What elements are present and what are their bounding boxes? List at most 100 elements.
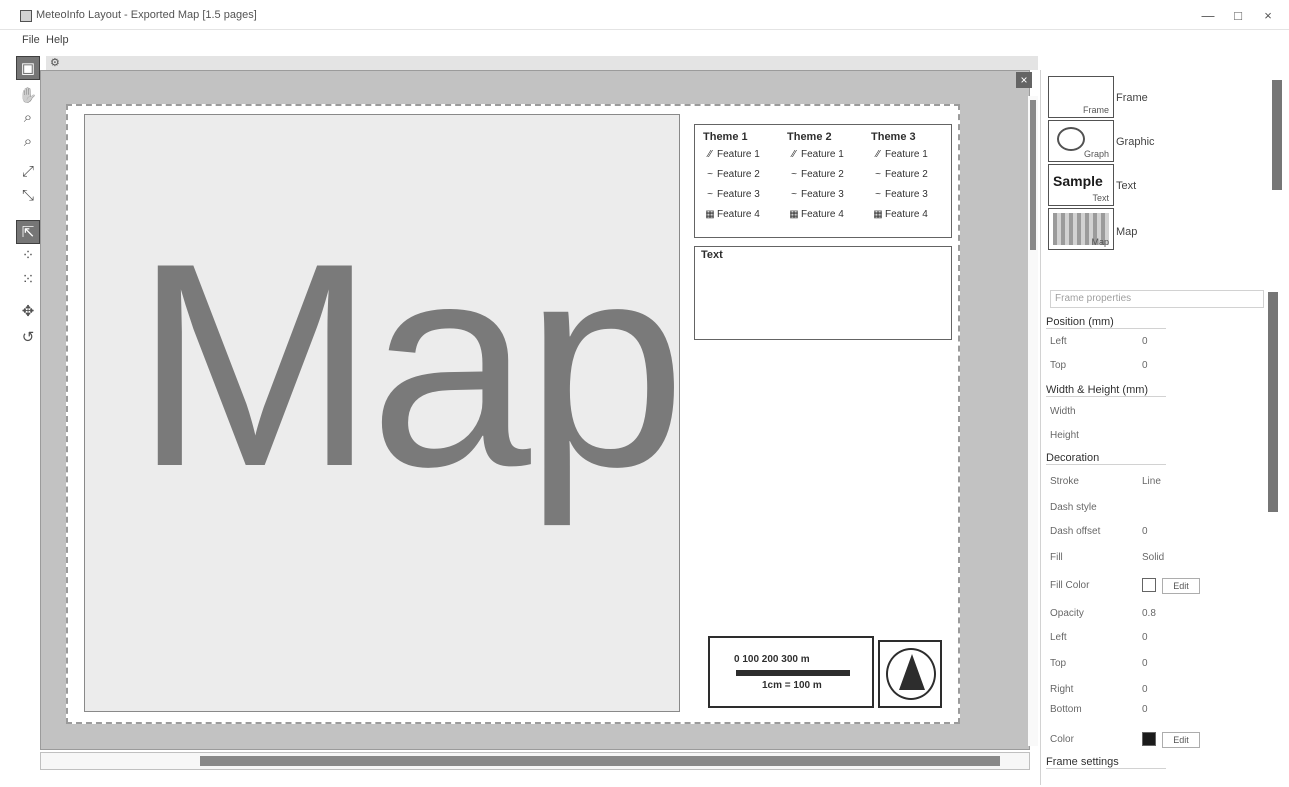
scale-caption: 1cm = 100 m: [762, 680, 822, 691]
property-label: Color: [1050, 734, 1074, 745]
thumbnail-caption: Frame: [1082, 105, 1109, 115]
legend-row: ~ Feature 3: [697, 189, 783, 209]
legend-row: ⁄⁄ Feature 1: [865, 149, 951, 169]
property-value[interactable]: 0: [1142, 526, 1148, 537]
legend-row: ▦ Feature 4: [697, 209, 783, 229]
property-group-title: Width & Height (mm): [1046, 384, 1166, 397]
select-tool-icon[interactable]: ▣: [16, 56, 40, 80]
elements-panel-scrollbar[interactable]: [1272, 80, 1282, 190]
legend-label: Feature 4: [801, 209, 844, 220]
legend-row: ~ Feature 3: [865, 189, 951, 209]
menu-help[interactable]: Help: [46, 34, 69, 46]
close-tab-button[interactable]: ×: [1016, 72, 1032, 88]
legend-element[interactable]: Theme 1 ⁄⁄ Feature 1 ~ Feature 2 ~ Feature …: [694, 124, 952, 238]
map-element-label: Map: [1116, 226, 1138, 238]
line-symbol-icon: ~: [875, 169, 881, 180]
thumbnail-caption: Map: [1091, 237, 1109, 247]
scale-line: [736, 670, 850, 676]
maximize-button[interactable]: □: [1226, 8, 1250, 24]
zoom-in-icon[interactable]: ⌕: [16, 106, 40, 130]
property-value[interactable]: 0: [1142, 632, 1148, 643]
rotate-icon[interactable]: ✥: [16, 300, 40, 324]
canvas-horizontal-scroll-thumb[interactable]: [200, 756, 1000, 766]
property-value[interactable]: 0: [1142, 658, 1148, 669]
map-element-thumbnail[interactable]: Map: [1048, 208, 1114, 250]
app-icon: [20, 10, 32, 22]
full-extent-icon[interactable]: ⤢: [16, 160, 40, 184]
minimize-button[interactable]: —: [1196, 8, 1220, 24]
window-title: MeteoInfo Layout - Exported Map [1.5 pag…: [36, 9, 257, 21]
thumbnail-caption: Text: [1092, 193, 1109, 203]
property-label: Top: [1050, 658, 1067, 669]
property-label: Stroke: [1050, 476, 1079, 487]
properties-selector[interactable]: Frame properties: [1050, 290, 1264, 308]
graphic-element-thumbnail[interactable]: Graph: [1048, 120, 1114, 162]
line-symbol-icon: ~: [707, 169, 713, 180]
legend-row: ▦ Feature 4: [865, 209, 951, 229]
stroke-dropdown[interactable]: Line: [1142, 476, 1161, 487]
property-group-title: Position (mm): [1046, 316, 1166, 329]
frame-element-thumbnail[interactable]: Frame: [1048, 76, 1114, 118]
document-icon: ⚙: [50, 57, 60, 69]
property-label: Fill: [1050, 552, 1063, 563]
legend-label: Feature 4: [885, 209, 928, 220]
legend-label: Feature 1: [801, 149, 844, 160]
legend-column: Theme 1 ⁄⁄ Feature 1 ~ Feature 2 ~ Feature …: [697, 131, 783, 229]
thumbnail-caption: Graph: [1083, 149, 1109, 159]
property-label: Top: [1050, 360, 1067, 371]
property-value[interactable]: 0: [1142, 704, 1148, 715]
property-value[interactable]: 0: [1142, 684, 1148, 695]
text-element-label: Text: [1116, 180, 1137, 192]
property-label: Bottom: [1050, 704, 1082, 715]
legend-row: ~ Feature 2: [781, 169, 867, 189]
extent-icon[interactable]: ⤡: [16, 184, 40, 208]
legend-row: ~ Feature 2: [697, 169, 783, 189]
document-tab[interactable]: ⚙: [46, 56, 1038, 70]
property-label: Height: [1050, 430, 1079, 441]
polygon-symbol-icon: ▦: [873, 209, 883, 220]
text-element-thumbnail[interactable]: Sample Text: [1048, 164, 1114, 206]
fill-dropdown[interactable]: Solid: [1142, 552, 1164, 563]
line-symbol-icon: ~: [791, 169, 797, 180]
legend-column: Theme 3 ⁄⁄ Feature 1 ~ Feature 2 ~ Feature …: [865, 131, 951, 229]
fill-color-edit-button[interactable]: Edit: [1162, 578, 1200, 594]
point-symbol-icon: ⁄⁄: [876, 149, 880, 160]
close-window-button[interactable]: ×: [1256, 8, 1280, 24]
property-value[interactable]: 0: [1142, 336, 1148, 347]
undo-icon[interactable]: ↺: [16, 326, 40, 350]
select-elements-icon[interactable]: ⇱: [16, 220, 40, 244]
legend-label: Feature 2: [717, 169, 760, 180]
zoom-out-icon[interactable]: ⌕: [16, 130, 40, 154]
resize-icon[interactable]: ⁙: [16, 268, 40, 292]
properties-scrollbar[interactable]: [1268, 292, 1278, 512]
legend-row: ~ Feature 2: [865, 169, 951, 189]
legend-label: Feature 1: [717, 149, 760, 160]
property-group-title: Frame settings: [1046, 756, 1166, 769]
text-element[interactable]: Text: [694, 246, 952, 340]
line-symbol-icon: ~: [791, 189, 797, 200]
legend-label: Feature 3: [801, 189, 844, 200]
scale-bar[interactable]: 0 100 200 300 m 1cm = 100 m: [708, 636, 874, 708]
legend-row: ⁄⁄ Feature 1: [781, 149, 867, 169]
point-symbol-icon: ⁄⁄: [792, 149, 796, 160]
legend-column: Theme 2 ⁄⁄ Feature 1 ~ Feature 2 ~ Feature …: [781, 131, 867, 229]
fill-color-swatch[interactable]: [1142, 578, 1156, 592]
pan-icon[interactable]: ✋: [16, 84, 40, 108]
edit-vertices-icon[interactable]: ⁘: [16, 244, 40, 268]
legend-title: Theme 2: [787, 131, 832, 143]
graphic-element-label: Graphic: [1116, 136, 1155, 148]
canvas-vertical-scroll-thumb[interactable]: [1030, 100, 1036, 250]
line-symbol-icon: ~: [875, 189, 881, 200]
property-value[interactable]: 0.8: [1142, 608, 1156, 619]
stroke-color-swatch[interactable]: [1142, 732, 1156, 746]
legend-row: ~ Feature 3: [781, 189, 867, 209]
legend-label: Feature 3: [717, 189, 760, 200]
point-symbol-icon: ⁄⁄: [708, 149, 712, 160]
stroke-color-edit-button[interactable]: Edit: [1162, 732, 1200, 748]
north-arrow[interactable]: [878, 640, 942, 708]
menu-file[interactable]: File: [22, 34, 40, 46]
legend-row: ▦ Feature 4: [781, 209, 867, 229]
property-value[interactable]: 0: [1142, 360, 1148, 371]
legend-label: Feature 2: [885, 169, 928, 180]
property-group-title: Decoration: [1046, 452, 1166, 465]
